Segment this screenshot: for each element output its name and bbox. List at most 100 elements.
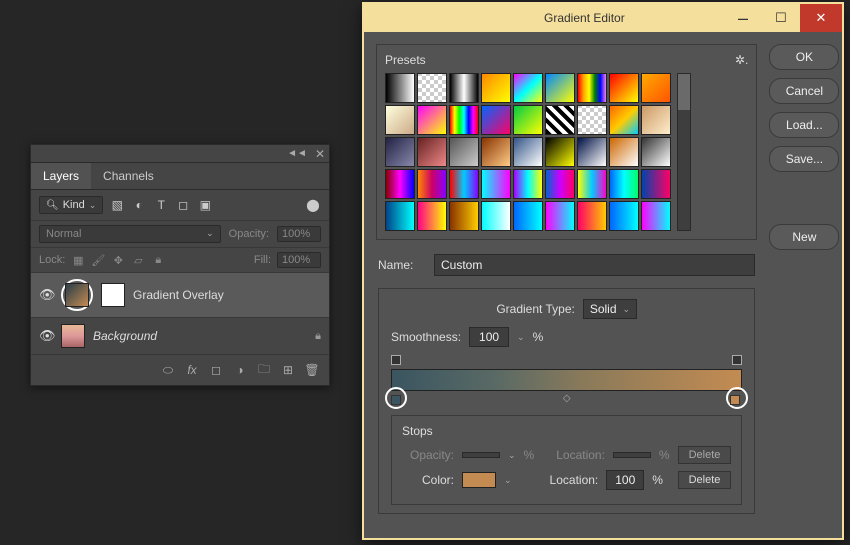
visibility-icon[interactable]: 👁︎ [39,287,53,303]
gradient-ramp[interactable]: ◇ [391,357,742,407]
preset-swatch[interactable] [417,105,447,135]
preset-swatch[interactable] [481,169,511,199]
lock-transparent-icon[interactable]: ▦ [71,253,85,267]
opacity-stop-field[interactable] [462,452,500,458]
preset-swatch[interactable] [385,73,415,103]
titlebar[interactable]: Gradient Editor – ☐ ✕ [364,4,842,32]
filter-type-icon[interactable]: T [153,197,169,213]
lock-image-icon[interactable]: 🖌︎ [91,253,105,267]
preset-swatch[interactable] [449,105,479,135]
filter-adjustment-icon[interactable]: ◐ [131,197,147,213]
preset-swatch[interactable] [545,201,575,231]
preset-swatch[interactable] [577,137,607,167]
lock-icon[interactable]: 🔒︎ [315,330,321,343]
close-panel-icon[interactable]: ✕ [315,147,325,161]
preset-swatch[interactable] [641,169,671,199]
opacity-stop-left[interactable] [391,355,401,365]
preset-swatch[interactable] [609,169,639,199]
preset-swatch[interactable] [641,201,671,231]
adjustment-icon[interactable]: ◑ [233,363,247,377]
new-button[interactable]: New [769,224,839,250]
preset-swatch[interactable] [577,201,607,231]
color-swatch[interactable] [462,472,496,488]
preset-swatch[interactable] [513,73,543,103]
opacity-loc-field[interactable] [613,452,651,458]
preset-swatch[interactable] [385,201,415,231]
mask-icon[interactable]: ◻ [209,363,223,377]
preset-swatch[interactable] [513,137,543,167]
kind-filter[interactable]: 🔍︎ Kind ⌄ [39,196,103,214]
lock-artboard-icon[interactable]: ▱ [131,253,145,267]
smoothness-input[interactable] [469,327,509,347]
preset-swatch[interactable] [417,169,447,199]
chevron-down-icon[interactable]: ⌄ [504,475,512,486]
layer-background[interactable]: 👁︎ Background 🔒︎ [31,318,329,355]
preset-swatch[interactable] [449,201,479,231]
filter-shape-icon[interactable]: ◻ [175,197,191,213]
layer-name[interactable]: Background [93,329,307,343]
preset-swatch[interactable] [641,105,671,135]
minimize-button[interactable]: – [724,4,762,32]
color-stop-left[interactable] [391,391,403,405]
gradient-bar[interactable] [391,369,742,391]
preset-swatch[interactable] [609,105,639,135]
fx-icon[interactable]: fx [185,363,199,377]
preset-swatch[interactable] [609,137,639,167]
opacity-stop-right[interactable] [732,355,742,365]
opacity-field[interactable]: 100% [277,226,321,242]
preset-swatch[interactable] [577,169,607,199]
preset-swatch[interactable] [641,137,671,167]
filter-smart-icon[interactable]: ▣ [197,197,213,213]
preset-swatch[interactable] [449,73,479,103]
preset-swatch[interactable] [481,201,511,231]
ok-button[interactable]: OK [769,44,839,70]
preset-swatch[interactable] [449,169,479,199]
maximize-button[interactable]: ☐ [762,4,800,32]
filter-pixel-icon[interactable]: ▧ [109,197,125,213]
layer-name[interactable]: Gradient Overlay [133,288,321,302]
preset-swatch[interactable] [545,73,575,103]
preset-swatch[interactable] [385,105,415,135]
preset-swatch[interactable] [513,105,543,135]
preset-swatch[interactable] [417,201,447,231]
preset-swatch[interactable] [545,137,575,167]
preset-swatch[interactable] [513,169,543,199]
preset-swatch[interactable] [609,73,639,103]
preset-swatch[interactable] [417,73,447,103]
color-stop-right[interactable] [730,391,742,405]
trash-icon[interactable]: 🗑︎ [305,363,319,377]
chevron-down-icon[interactable]: ⌄ [517,332,525,343]
new-layer-icon[interactable]: ⊞ [281,363,295,377]
gear-icon[interactable]: ✲. [735,53,748,67]
preset-swatch[interactable] [481,73,511,103]
lock-position-icon[interactable]: ✥ [111,253,125,267]
tab-channels[interactable]: Channels [91,163,166,189]
link-icon[interactable]: ⬭ [161,363,175,377]
tab-layers[interactable]: Layers [31,163,91,189]
filter-toggle[interactable]: ⬤ [305,197,321,213]
preset-swatch[interactable] [545,169,575,199]
load-button[interactable]: Load... [769,112,839,138]
preset-swatch[interactable] [641,73,671,103]
layer-gradient-overlay[interactable]: 👁︎ Gradient Overlay [31,273,329,318]
preset-swatch[interactable] [481,137,511,167]
color-loc-field[interactable] [606,470,644,490]
preset-swatch[interactable] [481,105,511,135]
group-icon[interactable]: 🗀 [257,363,271,377]
layer-mask-thumb[interactable] [101,283,125,307]
preset-swatch[interactable] [545,105,575,135]
preset-swatch[interactable] [385,169,415,199]
name-input[interactable] [434,254,755,276]
collapse-icon[interactable]: ◄◄ [287,148,307,159]
visibility-icon[interactable]: 👁︎ [39,328,53,344]
preset-swatch[interactable] [449,137,479,167]
scrollbar-thumb[interactable] [678,74,690,110]
preset-swatch[interactable] [417,137,447,167]
fill-field[interactable]: 100% [277,252,321,268]
lock-all-icon[interactable]: 🔒︎ [151,253,165,267]
cancel-button[interactable]: Cancel [769,78,839,104]
save-button[interactable]: Save... [769,146,839,172]
preset-swatch[interactable] [513,201,543,231]
preset-swatch[interactable] [577,105,607,135]
opacity-delete-button[interactable]: Delete [678,446,732,464]
